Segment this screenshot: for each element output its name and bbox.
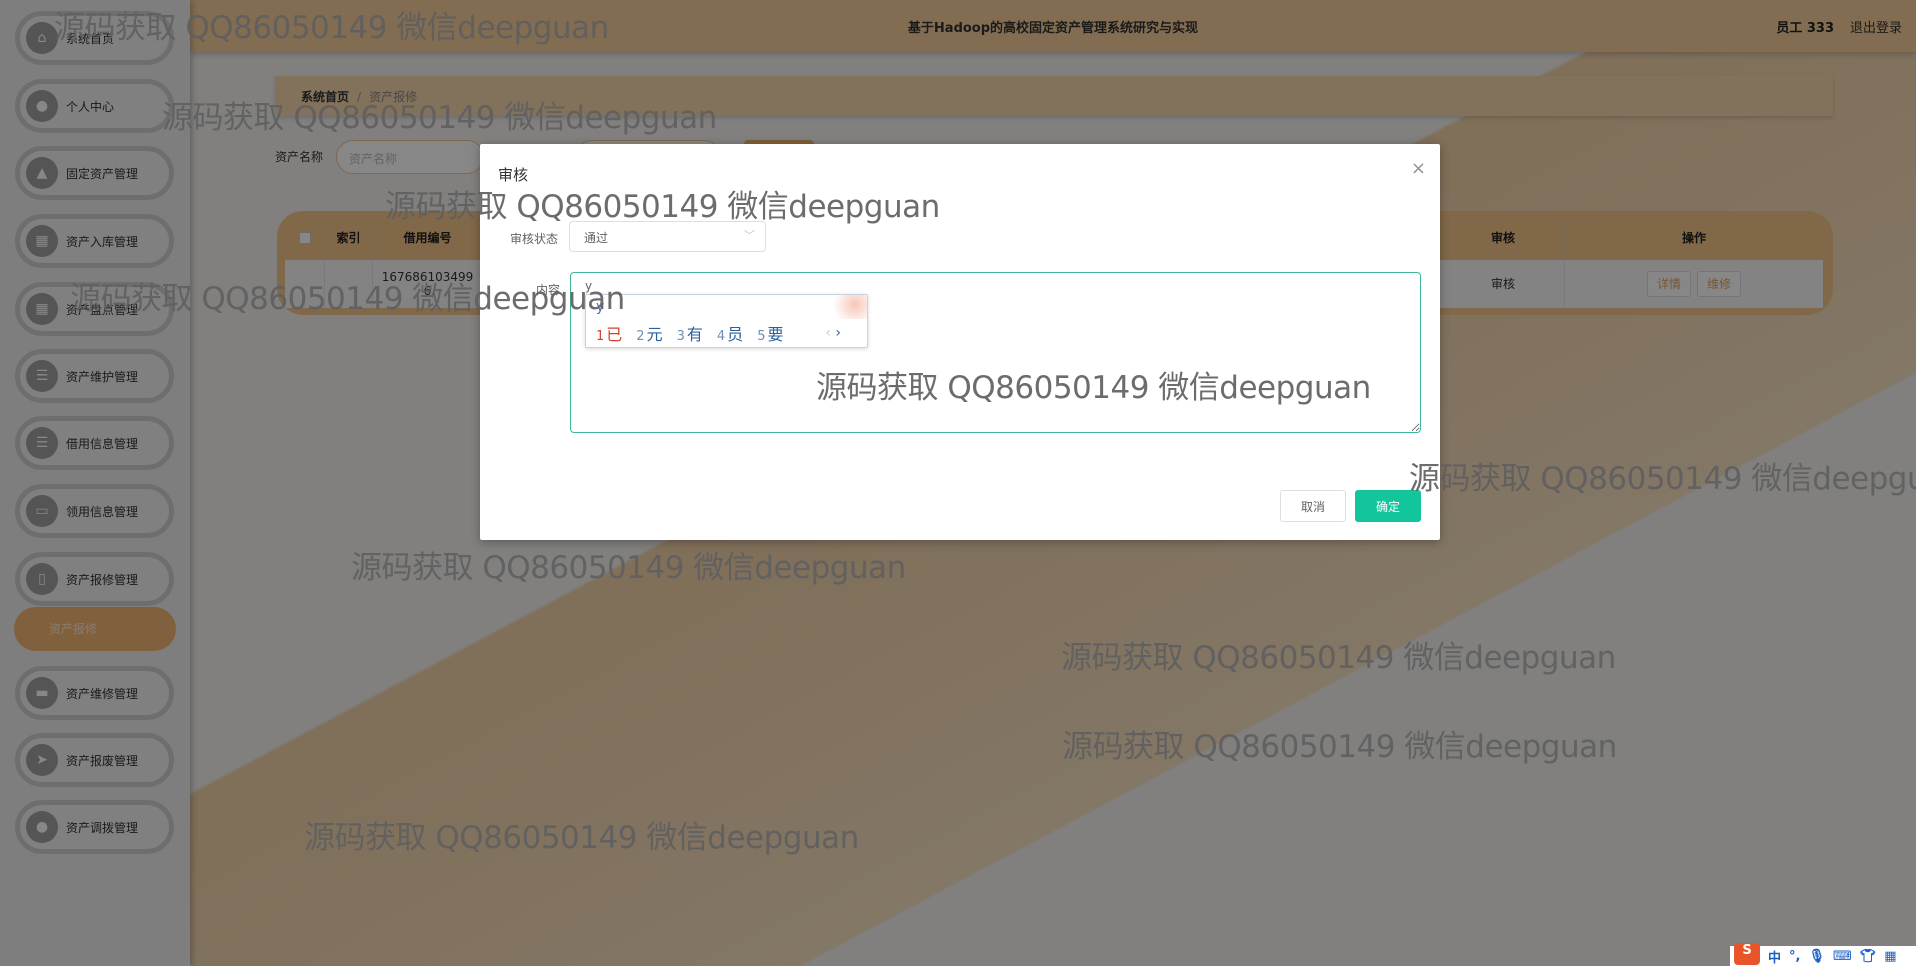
watermark-text: 源码获取 QQ86050149 微信deepguan bbox=[1061, 640, 1616, 676]
watermark-text: 源码获取 QQ86050149 微信deepguan bbox=[351, 550, 906, 586]
candidate-number: 3 bbox=[676, 329, 685, 344]
watermark-text: 源码获取 QQ86050149 微信deepguan bbox=[70, 281, 625, 317]
watermark-text: 源码获取 QQ86050149 微信deepguan bbox=[54, 10, 609, 46]
candidate-number: 2 bbox=[636, 329, 645, 344]
candidate-number: 5 bbox=[757, 329, 766, 344]
sogou-logo-icon[interactable]: S bbox=[1734, 943, 1760, 965]
watermark-text: 源码获取 QQ86050149 微信deepguan bbox=[1062, 729, 1617, 765]
ime-candidate[interactable]: 1已 bbox=[596, 321, 622, 345]
ime-candidate[interactable]: 4员 bbox=[717, 321, 743, 345]
candidate-char: 要 bbox=[767, 325, 784, 344]
keyboard-icon[interactable]: ⌨ bbox=[1833, 949, 1852, 964]
candidate-char: 元 bbox=[646, 325, 663, 344]
candidate-char: 有 bbox=[686, 325, 703, 344]
watermark-text: 源码获取 QQ86050149 微信deepguan bbox=[1409, 461, 1916, 497]
ime-page-nav[interactable]: ‹ › bbox=[825, 325, 841, 341]
close-icon[interactable]: × bbox=[1411, 158, 1426, 179]
candidate-char: 员 bbox=[727, 325, 744, 344]
ime-candidate[interactable]: 3有 bbox=[677, 321, 703, 345]
ime-logo-icon bbox=[827, 295, 867, 319]
ime-candidate-popup: y 1已2元3有4员5要 ‹ › bbox=[585, 294, 868, 348]
status-label: 审核状态 bbox=[510, 232, 559, 246]
cancel-button[interactable]: 取消 bbox=[1280, 490, 1346, 522]
chevron-left-icon[interactable]: ‹ bbox=[825, 325, 831, 341]
ime-candidate[interactable]: 5要 bbox=[757, 321, 783, 345]
ime-lang-toggle[interactable]: 中 bbox=[1768, 947, 1781, 966]
watermark-text: 源码获取 QQ86050149 微信deepguan bbox=[162, 100, 717, 136]
watermark-text: 源码获取 QQ86050149 微信deepguan bbox=[816, 370, 1371, 406]
ime-punct-toggle[interactable]: °, bbox=[1789, 949, 1800, 964]
chevron-right-icon[interactable]: › bbox=[835, 325, 841, 341]
ime-candidates: 1已2元3有4员5要 bbox=[596, 321, 783, 345]
ime-toolbar: S 中 °, 🎙︎ ⌨ 👕︎ ▦ bbox=[1730, 943, 1916, 966]
toolbox-icon[interactable]: ▦ bbox=[1884, 949, 1896, 964]
watermark-text: 源码获取 QQ86050149 微信deepguan bbox=[304, 820, 859, 856]
candidate-char: 已 bbox=[606, 325, 623, 344]
microphone-icon[interactable]: 🎙︎ bbox=[1808, 949, 1825, 964]
watermark-text: 源码获取 QQ86050149 微信deepguan bbox=[385, 189, 940, 225]
candidate-number: 4 bbox=[716, 329, 726, 344]
candidate-number: 1 bbox=[596, 329, 605, 344]
chevron-down-icon: ﹀ bbox=[744, 229, 755, 242]
ime-candidate[interactable]: 2元 bbox=[636, 321, 662, 345]
skin-icon[interactable]: 👕︎ bbox=[1860, 949, 1877, 964]
status-value: 通过 bbox=[584, 231, 609, 245]
